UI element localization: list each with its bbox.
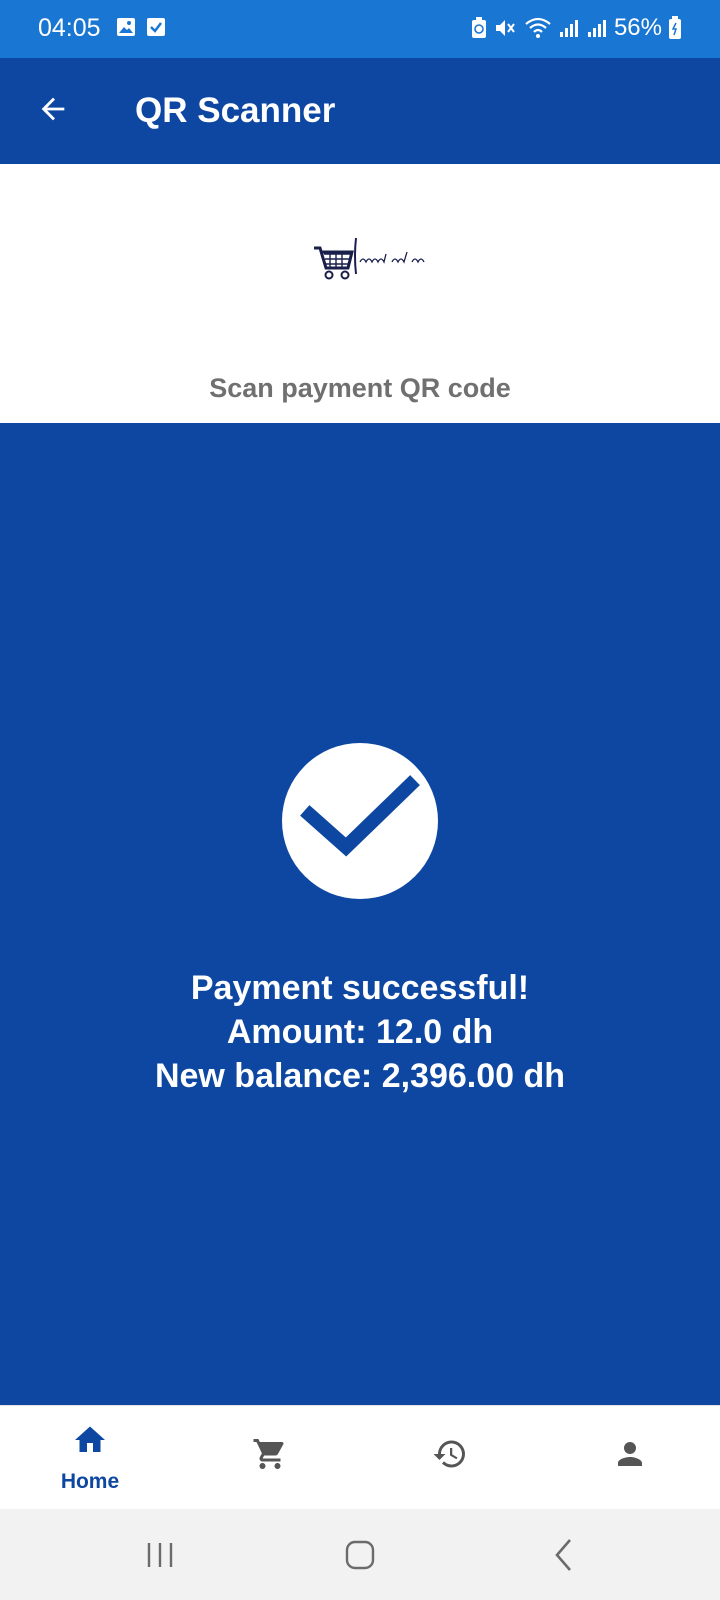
- cart-icon: [253, 1439, 284, 1469]
- new-balance-text: New balance: 2,396.00 dh: [154, 1057, 566, 1095]
- system-navigation-bar: [0, 1509, 720, 1600]
- nav-item-home[interactable]: Home: [0, 1406, 180, 1510]
- back-system-button[interactable]: [534, 1533, 594, 1577]
- battery-percent: 56%: [613, 14, 662, 41]
- status-notification-icons: [116, 17, 166, 37]
- payment-status-text: Payment successful!: [190, 969, 530, 1007]
- history-icon: [433, 1440, 465, 1468]
- nav-item-profile[interactable]: [540, 1406, 720, 1510]
- app-bar: QR Scanner: [0, 58, 720, 164]
- payment-result: Payment successful! Amount: 12.0 dh New …: [0, 966, 720, 1098]
- signal-icon: [587, 20, 606, 37]
- nav-label-home: Home: [60, 1470, 120, 1493]
- battery-icon: [669, 16, 681, 39]
- status-bar: 04:05 56%: [0, 0, 720, 58]
- recent-apps-icon: [147, 1543, 173, 1567]
- success-badge: [282, 743, 438, 899]
- signal-icon: [559, 20, 578, 37]
- mute-icon: [495, 20, 515, 36]
- check-icon: [300, 775, 420, 857]
- home-icon: [75, 1426, 105, 1452]
- nav-item-cart[interactable]: [180, 1406, 360, 1510]
- arrow-back-icon: [41, 97, 65, 121]
- payment-amount-text: Amount: 12.0 dh: [226, 1013, 494, 1051]
- bottom-navigation: Home: [0, 1405, 720, 1510]
- home-circle-icon: [345, 1540, 375, 1570]
- status-time: 04:05: [38, 14, 101, 42]
- back-button[interactable]: [28, 84, 78, 134]
- check-box-icon: [147, 18, 165, 36]
- person-icon: [618, 1442, 642, 1466]
- smart-cart-logo: [314, 237, 425, 280]
- recent-apps-button[interactable]: [130, 1533, 190, 1577]
- nav-item-history[interactable]: [360, 1406, 540, 1510]
- scanner-header: Scan payment QR code: [0, 164, 720, 423]
- image-icon: [117, 18, 135, 36]
- page-title: QR Scanner: [135, 91, 336, 130]
- scanner-result-area: Payment successful! Amount: 12.0 dh New …: [0, 423, 720, 1405]
- wifi-icon: [525, 17, 551, 38]
- battery-saver-icon: [471, 17, 486, 38]
- home-system-button[interactable]: [330, 1533, 390, 1577]
- scan-instruction-label: Scan payment QR code: [209, 373, 511, 403]
- chevron-left-icon: [555, 1539, 571, 1571]
- status-system-icons: 56%: [470, 14, 682, 42]
